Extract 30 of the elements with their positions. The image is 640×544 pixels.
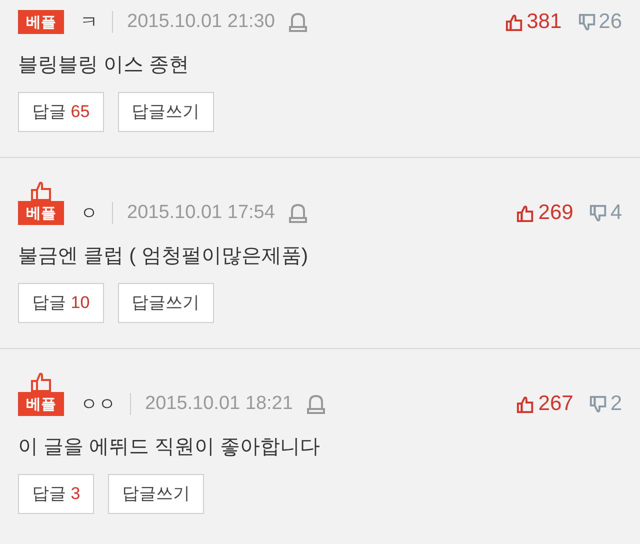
report-siren-icon[interactable]	[288, 12, 307, 32]
thumbs-down-icon	[589, 204, 608, 222]
thumbs-down-icon	[589, 394, 608, 414]
write-reply-button[interactable]: 답글쓰기	[118, 283, 214, 323]
comment-text: 블링블링 이스 종현	[18, 53, 190, 78]
comment-date: 2015.10.01 18:21	[145, 392, 293, 416]
comment-date: 2015.10.01 17:54	[127, 200, 275, 225]
best-badge: 베플	[18, 10, 64, 34]
report-siren-icon[interactable]	[288, 203, 307, 223]
comment-text: 불금엔 클럽 ( 엄청펄이많은제품)	[18, 244, 309, 269]
author-name: ㅇ	[80, 202, 98, 224]
write-reply-button[interactable]: 답글쓰기	[118, 92, 214, 132]
reply-count-button[interactable]: 답글 65	[18, 92, 104, 132]
like-count[interactable]: 269	[538, 197, 574, 229]
reply-count-button[interactable]: 답글 3	[18, 474, 94, 514]
report-siren-icon[interactable]	[306, 394, 325, 414]
author-name: ㅇㅇ	[80, 392, 116, 416]
thumbs-up-icon	[516, 204, 536, 222]
thumbs-up-icon	[504, 12, 524, 32]
reply-count-button[interactable]: 답글 10	[18, 283, 104, 323]
best-badge: 베플	[18, 201, 64, 225]
write-reply-button[interactable]: 답글쓰기	[108, 474, 204, 514]
like-count[interactable]: 267	[538, 388, 574, 420]
author-name: ㅋ	[80, 10, 98, 34]
comment-date: 2015.10.01 21:30	[127, 10, 275, 34]
best-badge: 베플	[18, 392, 64, 416]
thumbs-up-icon	[516, 394, 536, 414]
thumbs-down-icon	[578, 12, 597, 32]
comment-text: 이 글을 에뛰드 직원이 좋아합니다	[18, 435, 322, 460]
like-count[interactable]: 381	[526, 6, 562, 38]
